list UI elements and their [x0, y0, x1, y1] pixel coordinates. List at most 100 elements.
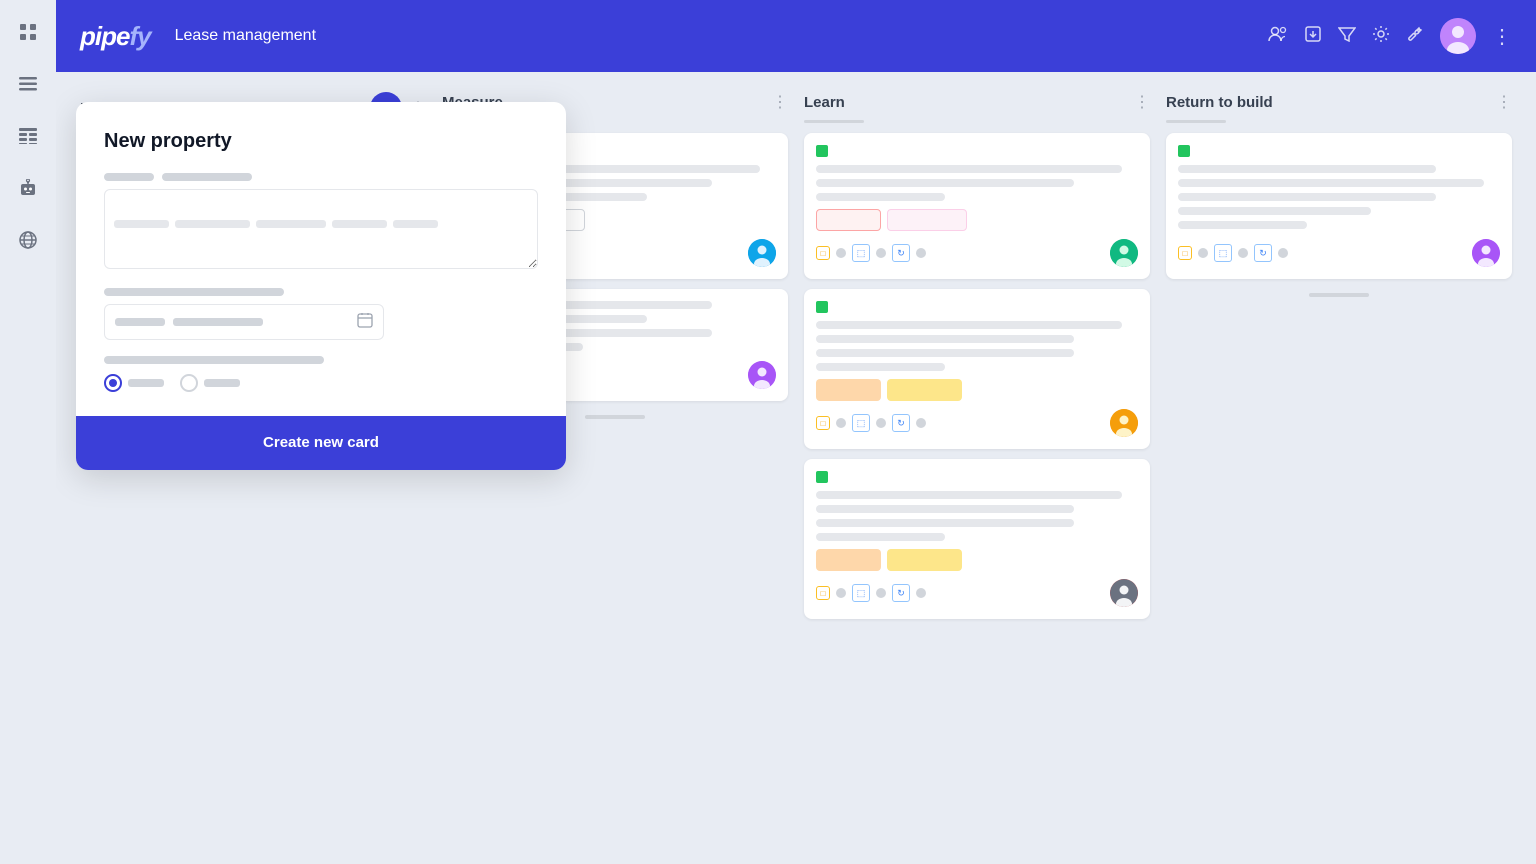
card-learn-1[interactable]: □ ⬚ ↻ — [804, 133, 1150, 279]
card-line — [1178, 221, 1307, 229]
card-icon-blue1: ⬚ — [852, 244, 870, 262]
card-learn-2[interactable]: □ ⬚ ↻ — [804, 289, 1150, 449]
user-avatar-image — [1440, 18, 1476, 54]
form-label-1 — [104, 173, 538, 181]
card-dot — [1278, 248, 1288, 258]
card-line — [1178, 193, 1436, 201]
radio-group-2 — [180, 374, 240, 392]
card-line — [1178, 165, 1436, 173]
import-icon[interactable] — [1304, 25, 1322, 48]
user-avatar[interactable] — [1440, 18, 1476, 54]
card-icon-orange: □ — [816, 586, 830, 600]
card-line — [816, 321, 1122, 329]
card-tag-row — [1178, 145, 1500, 157]
modal-title: New property — [104, 130, 538, 153]
badge-outline-pink — [887, 209, 967, 231]
create-new-card-label: Create new card — [263, 434, 379, 451]
card-dot — [916, 588, 926, 598]
more-icon[interactable]: ⋮ — [1492, 24, 1512, 49]
card-dot — [876, 248, 886, 258]
radio-label-bar-2 — [204, 379, 240, 387]
card-dot — [876, 418, 886, 428]
column-return: Return to build ⋮ □ — [1166, 92, 1512, 844]
users-icon[interactable] — [1268, 25, 1288, 48]
card-icon-orange: □ — [816, 246, 830, 260]
wrench-icon[interactable] — [1406, 25, 1424, 48]
form-label-date — [104, 288, 538, 296]
main-content: pipefy Lease management — [56, 0, 1536, 864]
radio-group-1 — [104, 374, 164, 392]
column-header-return: Return to build ⋮ — [1166, 92, 1512, 112]
radio-label-bar-1 — [128, 379, 164, 387]
card-icon-orange: □ — [1178, 246, 1192, 260]
badge-solid-orange — [816, 549, 881, 571]
card-avatar — [748, 361, 776, 389]
card-avatar — [1110, 239, 1138, 267]
card-line — [1178, 207, 1371, 215]
card-line — [816, 505, 1074, 513]
calendar-icon — [357, 312, 373, 333]
header: pipefy Lease management — [56, 0, 1536, 72]
date-input-content — [115, 318, 263, 326]
card-icon-blue1: ⬚ — [852, 414, 870, 432]
card-line — [816, 491, 1122, 499]
scroll-indicator-return — [1309, 293, 1369, 297]
card-dot — [1238, 248, 1248, 258]
header-actions: ⋮ — [1268, 18, 1512, 54]
card-line — [816, 533, 945, 541]
sidebar-icon-table[interactable] — [12, 120, 44, 152]
form-label-dot — [104, 173, 154, 181]
card-icon-blue1: ⬚ — [1214, 244, 1232, 262]
card-dot — [916, 418, 926, 428]
card-dot — [836, 418, 846, 428]
logo: pipefy — [80, 21, 151, 52]
modal-body: New property — [76, 102, 566, 416]
card-dot — [916, 248, 926, 258]
card-icons: □ ⬚ ↻ — [816, 244, 926, 262]
date-ph-2 — [173, 318, 263, 326]
card-line — [816, 335, 1074, 343]
board-area: Build + ⋮ □ — [56, 72, 1536, 864]
sidebar — [0, 0, 56, 864]
card-line — [816, 519, 1074, 527]
create-new-card-button[interactable]: Create new card — [76, 416, 566, 470]
card-footer: □ ⬚ ↻ — [816, 239, 1138, 267]
card-line — [816, 193, 945, 201]
card-return-1[interactable]: □ ⬚ ↻ — [1166, 133, 1512, 279]
card-icon-blue2: ↻ — [892, 244, 910, 262]
date-input[interactable] — [104, 304, 384, 340]
card-footer: □ ⬚ ↻ — [816, 409, 1138, 437]
card-line — [816, 179, 1074, 187]
filter-icon[interactable] — [1338, 26, 1356, 47]
sidebar-icon-bot[interactable] — [12, 172, 44, 204]
card-avatar — [1110, 579, 1138, 607]
card-tag-row — [816, 145, 1138, 157]
form-textarea[interactable] — [104, 189, 538, 269]
card-line — [816, 165, 1122, 173]
form-label-dot — [162, 173, 252, 181]
column-underline-return — [1166, 120, 1226, 123]
column-learn: Learn ⋮ — [804, 92, 1150, 844]
card-dot — [836, 248, 846, 258]
card-tag-row — [816, 471, 1138, 483]
card-icon-orange: □ — [816, 416, 830, 430]
card-tag-row — [816, 301, 1138, 313]
column-title-learn: Learn — [804, 94, 1126, 111]
column-menu-return[interactable]: ⋮ — [1496, 92, 1512, 112]
sidebar-icon-grid[interactable] — [12, 16, 44, 48]
card-badge-row — [816, 209, 1138, 231]
settings-icon[interactable] — [1372, 25, 1390, 48]
card-learn-3[interactable]: □ ⬚ ↻ — [804, 459, 1150, 619]
column-menu-measure[interactable]: ⋮ — [772, 92, 788, 112]
sidebar-icon-list[interactable] — [12, 68, 44, 100]
card-badge-row — [816, 549, 1138, 571]
column-menu-learn[interactable]: ⋮ — [1134, 92, 1150, 112]
badge-solid-amber — [887, 549, 962, 571]
card-line — [816, 349, 1074, 357]
radio-button-2[interactable] — [180, 374, 198, 392]
sidebar-icon-globe[interactable] — [12, 224, 44, 256]
form-radio-row — [104, 374, 538, 392]
card-dot — [876, 588, 886, 598]
form-label-dot — [104, 356, 324, 364]
radio-button-1[interactable] — [104, 374, 122, 392]
